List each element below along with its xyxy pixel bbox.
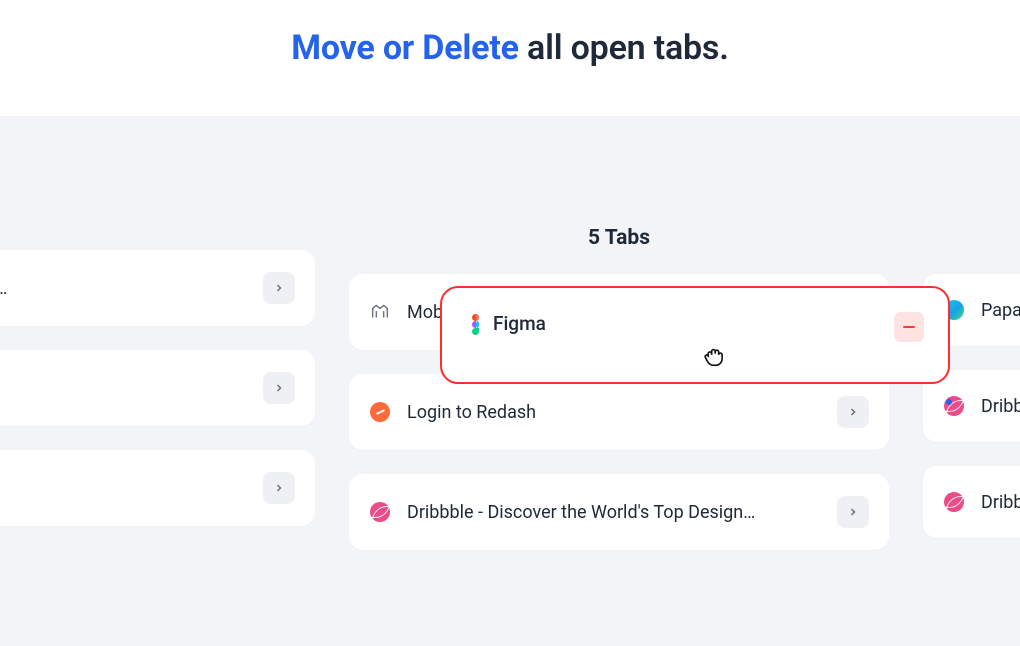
tab-label: Dribbble - (981, 396, 1020, 417)
chevron-right-icon (273, 382, 285, 394)
remove-tab-button[interactable] (894, 312, 924, 342)
expand-button[interactable] (263, 472, 295, 504)
dragging-tab-label: Figma (493, 312, 894, 335)
chevron-right-icon (273, 482, 285, 494)
page-title: Move or Delete all open tabs. (0, 28, 1020, 68)
tab-card[interactable]: Login to Redash (349, 374, 889, 450)
column-right: 5 Tabs Papago Dribbble - Dribbble - (923, 226, 1020, 574)
grab-cursor-icon (700, 342, 728, 374)
redash-icon (369, 401, 391, 423)
dragging-tab-card[interactable]: Figma (440, 286, 950, 384)
tab-card[interactable]: Dribbble - Discover the World's Top Desi… (349, 474, 889, 550)
tab-label: Papago (981, 300, 1020, 321)
column-right-header: 5 Tabs (923, 226, 1020, 250)
tab-card[interactable] (0, 350, 315, 426)
column-left: e best new products in te… (0, 226, 315, 574)
title-accent: Move or Delete (291, 28, 519, 68)
tab-label: Dribbble - (981, 492, 1020, 513)
expand-button[interactable] (837, 496, 869, 528)
chevron-right-icon (847, 506, 859, 518)
dribbble-icon (943, 491, 965, 513)
chevron-right-icon (273, 282, 285, 294)
expand-button[interactable] (263, 372, 295, 404)
expand-button[interactable] (837, 396, 869, 428)
tab-label: e best new products in te… (0, 278, 251, 299)
dribbble-icon (943, 395, 965, 417)
tabs-panel: Figma e best new products in te… (0, 116, 1020, 646)
tab-label: Dribbble - Discover the World's Top Desi… (407, 502, 825, 523)
insertion-marker (946, 399, 952, 405)
expand-button[interactable] (263, 272, 295, 304)
hero-heading: Move or Delete all open tabs. (0, 0, 1020, 116)
columns-row: e best new products in te… 5 Tabs (0, 226, 1020, 574)
tab-card[interactable]: e best new products in te… (0, 250, 315, 326)
tab-label: Login to Redash (407, 402, 825, 423)
mobbin-icon (369, 301, 391, 323)
column-center: 5 Tabs Mobbin - Latest Mobile Design Pat… (349, 226, 889, 574)
dribbble-icon (369, 501, 391, 523)
chevron-right-icon (847, 406, 859, 418)
column-center-header: 5 Tabs (349, 226, 889, 250)
title-rest: all open tabs. (519, 28, 729, 68)
minus-icon (903, 326, 915, 329)
figma-icon (472, 314, 479, 335)
tab-card[interactable] (0, 450, 315, 526)
tab-card[interactable]: Dribbble - (923, 466, 1020, 538)
